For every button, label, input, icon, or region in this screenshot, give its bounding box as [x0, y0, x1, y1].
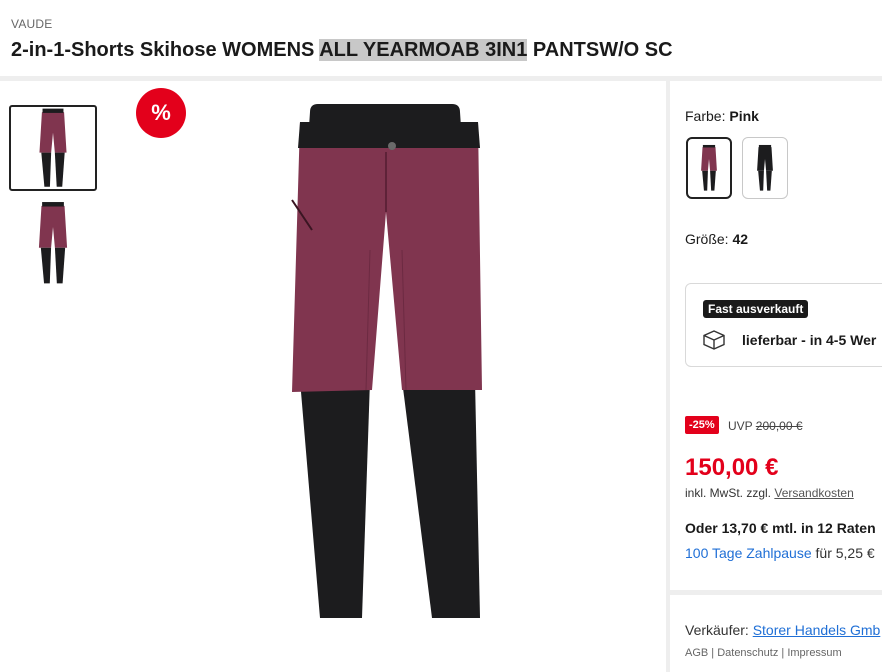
discount-badge: -25% [685, 416, 719, 434]
title-prefix: 2-in-1-Shorts Skihose WOMENS [11, 39, 320, 61]
product-title: 2-in-1-Shorts Skihose WOMENS ALL YEARMOA… [11, 39, 673, 62]
uvp-label: UVP [728, 419, 756, 433]
tax-note: inkl. MwSt. zzgl. Versandkosten [685, 486, 854, 500]
seller-link[interactable]: Storer Handels Gmb [753, 622, 881, 638]
shipping-cost-link[interactable]: Versandkosten [774, 486, 853, 500]
payment-pause-link[interactable]: 100 Tage Zahlpause [685, 545, 812, 561]
header-divider [0, 76, 882, 81]
low-stock-badge: Fast ausverkauft [703, 300, 809, 318]
thumbnail-1[interactable] [9, 105, 97, 191]
brand-name[interactable]: VAUDE [11, 17, 52, 31]
seller-divider [670, 590, 882, 595]
sale-badge: % [136, 88, 186, 138]
pink-pants-swatch-image [701, 144, 717, 191]
current-price: 150,00 € [685, 454, 779, 481]
seller-legal-links[interactable]: AGB | Datenschutz | Impressum [685, 647, 842, 659]
thumbnail-2[interactable] [9, 200, 97, 286]
seller-info: Verkäufer: Storer Handels Gmb [685, 622, 880, 638]
payment-pause-fee: für 5,25 € [811, 545, 875, 561]
installment-offer: Oder 13,70 € mtl. in 12 Raten [685, 520, 876, 536]
title-suffix: PANTSW/O SC [527, 39, 673, 61]
color-label: Farbe: Pink [685, 108, 759, 124]
availability-box: Fast ausverkauft lieferbar - in 4-5 Wer [685, 283, 882, 367]
payment-pause: 100 Tage Zahlpause für 5,25 € [685, 545, 875, 561]
pants-thumbnail-back-image [38, 202, 68, 284]
color-swatch-black[interactable] [742, 137, 788, 199]
size-value: 42 [732, 231, 749, 247]
pants-thumbnail-image [39, 108, 67, 187]
title-highlight: ALL YEARMOAB 3IN1 [319, 39, 528, 61]
product-main-image[interactable] [270, 100, 510, 625]
color-value: Pink [729, 108, 759, 124]
color-label-text: Farbe: [685, 108, 730, 124]
delivery-time: lieferbar - in 4-5 Wer [742, 332, 877, 348]
color-swatch-pink[interactable] [686, 137, 732, 199]
uvp-value: 200,00 € [755, 419, 803, 433]
tax-text: inkl. MwSt. zzgl. [685, 486, 775, 500]
black-pants-swatch-image [757, 144, 773, 191]
column-divider [666, 81, 670, 672]
seller-label: Verkäufer: [685, 622, 753, 638]
size-label[interactable]: Größe: 42 [685, 231, 748, 247]
package-icon [703, 330, 725, 350]
uvp-price: UVP 200,00 € [728, 419, 803, 433]
size-label-text: Größe: [685, 231, 733, 247]
